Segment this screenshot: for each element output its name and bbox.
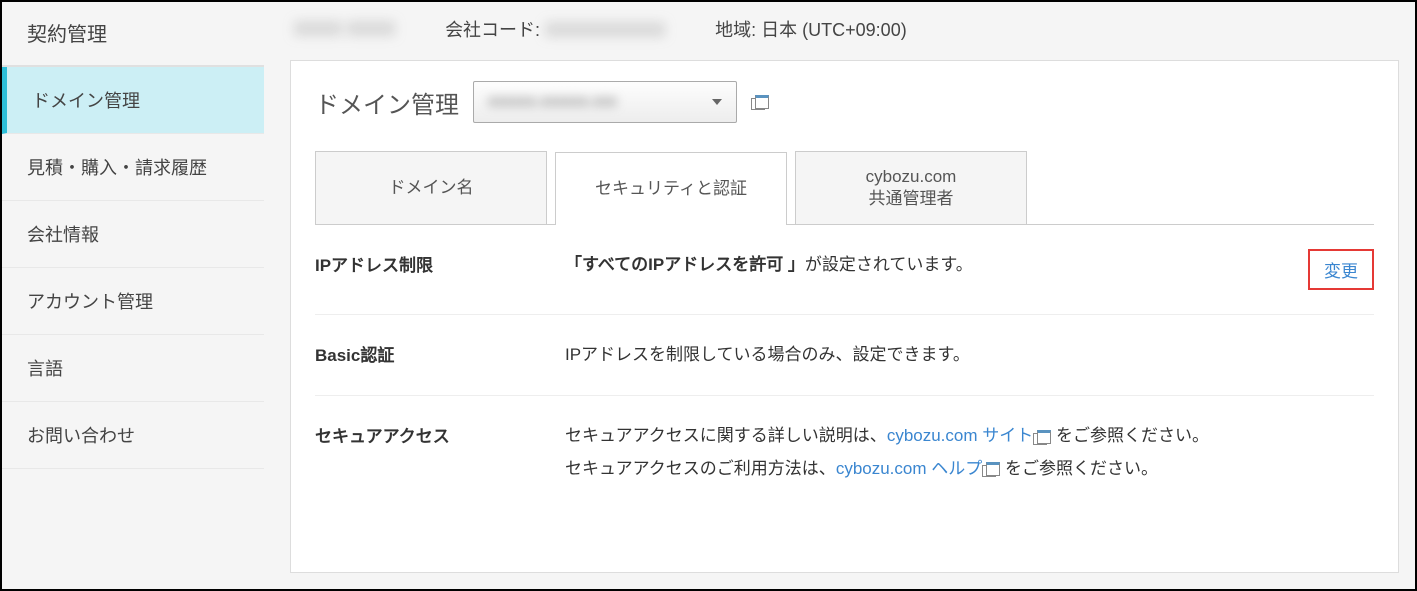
sidebar-item-label: ドメイン管理 xyxy=(32,91,140,111)
tabs: ドメイン名 セキュリティと認証 cybozu.com 共通管理者 xyxy=(315,151,1374,224)
tab-security-auth[interactable]: セキュリティと認証 xyxy=(555,152,787,225)
region-label: 地域: 日本 (UTC+09:00) xyxy=(715,16,907,42)
tab-cybozu-admin[interactable]: cybozu.com 共通管理者 xyxy=(795,151,1027,224)
cybozu-site-link[interactable]: cybozu.com サイト xyxy=(887,426,1033,445)
sidebar-item-label: 契約管理 xyxy=(27,24,107,46)
sidebar-item-label: 見積・購入・請求履歴 xyxy=(27,158,207,178)
sidebar-item-inquiry[interactable]: お問い合わせ xyxy=(2,402,264,469)
secure-access-label: セキュアアクセス xyxy=(315,420,565,447)
panel: ドメイン管理 xxxxxx.xxxxxx.xxx ドメイン名 セキュリティと認証… xyxy=(290,60,1399,573)
popup-window-icon[interactable] xyxy=(1033,430,1051,444)
sidebar-item-contract[interactable]: 契約管理 xyxy=(2,2,264,67)
tab-domain-name[interactable]: ドメイン名 xyxy=(315,151,547,224)
owner-name: XXXX XXXX xyxy=(294,19,395,40)
ip-restriction-value: 「すべてのIPアドレスを許可 」が設定されています。 xyxy=(565,249,1296,281)
main-area: XXXX XXXX 会社コード: XXXXXXXXXX 地域: 日本 (UTC+… xyxy=(264,2,1415,589)
cybozu-help-link[interactable]: cybozu.com ヘルプ xyxy=(836,459,982,478)
sidebar-item-account[interactable]: アカウント管理 xyxy=(2,268,264,335)
tab-content: IPアドレス制限 「すべてのIPアドレスを許可 」が設定されています。 変更 B… xyxy=(315,224,1374,509)
sidebar-item-label: 会社情報 xyxy=(27,225,99,245)
sidebar: 契約管理 ドメイン管理 見積・購入・請求履歴 会社情報 アカウント管理 言語 お… xyxy=(2,2,264,589)
domain-dropdown-value: xxxxxx.xxxxxx.xxx xyxy=(488,93,617,111)
chevron-down-icon xyxy=(712,99,722,105)
ip-change-button[interactable]: 変更 xyxy=(1308,249,1374,290)
row-basic-auth: Basic認証 IPアドレスを制限している場合のみ、設定できます。 xyxy=(315,315,1374,396)
panel-title: ドメイン管理 xyxy=(315,85,459,120)
popup-window-icon[interactable] xyxy=(751,95,769,109)
sidebar-item-label: 言語 xyxy=(27,359,63,379)
sidebar-item-label: お問い合わせ xyxy=(27,426,135,446)
company-code: 会社コード: XXXXXXXXXX xyxy=(445,16,665,42)
popup-window-icon[interactable] xyxy=(982,462,1000,476)
row-ip-restriction: IPアドレス制限 「すべてのIPアドレスを許可 」が設定されています。 変更 xyxy=(315,225,1374,315)
sidebar-item-language[interactable]: 言語 xyxy=(2,335,264,402)
basic-auth-label: Basic認証 xyxy=(315,339,565,366)
sidebar-item-label: アカウント管理 xyxy=(27,292,153,312)
header: XXXX XXXX 会社コード: XXXXXXXXXX 地域: 日本 (UTC+… xyxy=(264,2,1415,60)
domain-dropdown[interactable]: xxxxxx.xxxxxx.xxx xyxy=(473,81,737,123)
sidebar-item-company[interactable]: 会社情報 xyxy=(2,201,264,268)
ip-restriction-label: IPアドレス制限 xyxy=(315,249,565,276)
sidebar-item-domain[interactable]: ドメイン管理 xyxy=(2,67,264,134)
secure-access-value: セキュアアクセスに関する詳しい説明は、cybozu.com サイト をご参照くだ… xyxy=(565,420,1374,485)
basic-auth-value: IPアドレスを制限している場合のみ、設定できます。 xyxy=(565,339,1374,371)
sidebar-item-quotation[interactable]: 見積・購入・請求履歴 xyxy=(2,134,264,201)
row-secure-access: セキュアアクセス セキュアアクセスに関する詳しい説明は、cybozu.com サ… xyxy=(315,396,1374,509)
